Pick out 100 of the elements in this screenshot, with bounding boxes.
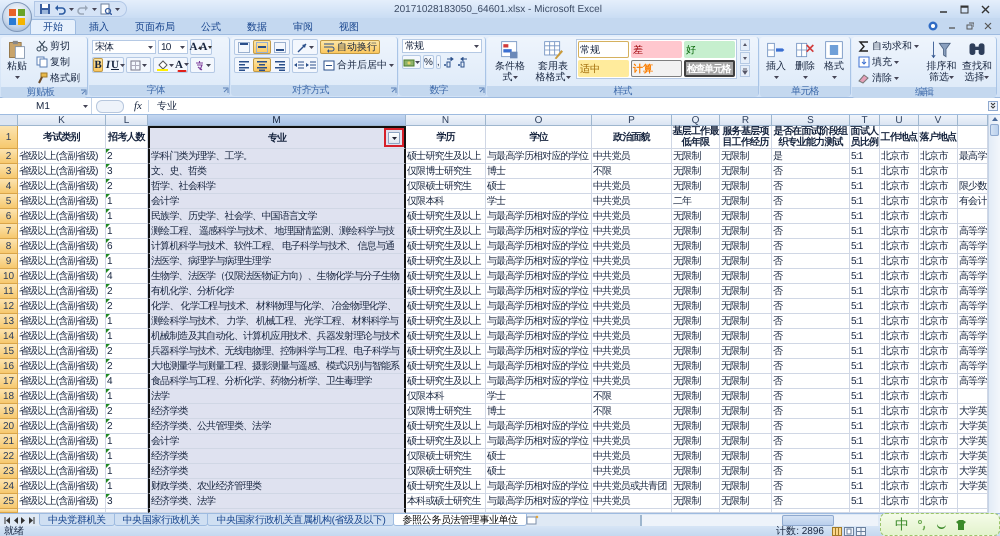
row-header[interactable]: 4 <box>0 179 18 194</box>
bold-button[interactable]: B <box>93 58 103 72</box>
row-header[interactable]: 7 <box>0 224 18 239</box>
table-cell-text: 博士 <box>487 164 506 178</box>
column-header[interactable]: K <box>18 115 106 126</box>
ribbon-tab[interactable]: 数据 <box>234 19 280 34</box>
column-header[interactable]: L <box>106 115 148 126</box>
cell-style-option[interactable]: 好 <box>684 41 735 58</box>
table-cell-text: 硕士研究生及以上 <box>407 210 481 223</box>
table-cell-text: 无限制 <box>673 420 701 433</box>
sort-filter-button[interactable]: 排序和筛选 <box>925 39 958 84</box>
row-header[interactable]: 22 <box>0 449 18 464</box>
sheet-tab[interactable]: 中央国家行政机关 <box>114 514 208 526</box>
ribbon-tab[interactable]: 开始 <box>30 19 76 34</box>
format-as-table-button[interactable]: 套用表格格式 <box>533 39 573 84</box>
delete-cells-button[interactable]: 删除 <box>792 39 818 84</box>
table-cell-text: 硕士研究生及以上 <box>407 314 481 328</box>
sheet-tab[interactable]: 中央党群机关 <box>39 514 115 526</box>
selected-cell[interactable]: 专业 <box>148 126 406 149</box>
autosum-button[interactable]: 自动求和 <box>855 39 922 53</box>
row-header[interactable]: 13 <box>0 314 18 329</box>
table-cell-text: 学士 <box>487 390 506 403</box>
row-header[interactable]: 12 <box>0 299 18 314</box>
font-color-button[interactable]: A <box>177 58 187 72</box>
column-header[interactable]: S <box>772 115 850 126</box>
shrink-font-button[interactable]: A <box>201 40 211 54</box>
fill-button[interactable]: 填充 <box>855 55 922 69</box>
header-cell: 专业 <box>268 132 286 144</box>
format-painter-button[interactable]: 格式刷 <box>33 71 83 85</box>
ribbon-tab[interactable]: 视图 <box>326 19 372 34</box>
grow-font-button[interactable]: A <box>191 40 201 54</box>
table-cell-text: 北京市 <box>881 330 909 343</box>
ribbon-tab[interactable]: 审阅 <box>280 19 326 34</box>
sheet-tab[interactable]: 参照公务员法管理事业单位 <box>393 514 527 526</box>
ribbon-tab[interactable]: 页面布局 <box>122 19 188 34</box>
sheet-tab[interactable]: 中央国家行政机关直属机构(省级及以下) <box>207 514 394 526</box>
row-header[interactable]: 11 <box>0 284 18 299</box>
table-cell-text: 中共党员 <box>593 150 630 163</box>
formula-field[interactable]: 专业 <box>148 99 988 113</box>
row-header[interactable]: 1 <box>0 126 18 149</box>
row-header[interactable]: 2 <box>0 149 18 164</box>
column-header[interactable]: T <box>850 115 880 126</box>
font-name-field[interactable]: 宋体 <box>92 40 156 54</box>
insert-function-button[interactable]: fx <box>128 100 149 112</box>
column-header[interactable]: R <box>720 115 772 126</box>
conditional-formatting-button[interactable]: 条件格式 <box>490 39 530 84</box>
merge-center-button[interactable]: 合并后居中 <box>320 58 397 72</box>
row-header[interactable]: 24 <box>0 479 18 494</box>
table-cell: 5:1 <box>851 480 863 492</box>
name-box[interactable]: M1 <box>0 98 92 114</box>
row-header[interactable]: 14 <box>0 329 18 344</box>
row-header[interactable]: 17 <box>0 374 18 389</box>
group-label: 剪贴板 <box>26 87 56 98</box>
cut-button[interactable]: 剪切 <box>33 39 83 53</box>
find-select-button[interactable]: 查找和选择 <box>960 39 993 84</box>
clear-button[interactable]: 清除 <box>855 71 922 85</box>
table-cell-text: 北京市 <box>920 180 948 193</box>
column-header[interactable]: M <box>148 115 406 126</box>
row-header[interactable]: 6 <box>0 209 18 224</box>
comma-style-button[interactable]: , <box>436 55 441 69</box>
table-cell-text: 北京市 <box>881 284 909 298</box>
column-header[interactable]: U <box>880 115 919 126</box>
row-header[interactable]: 23 <box>0 464 18 479</box>
cell-style-option[interactable]: 常规 <box>578 41 629 58</box>
font-size-field[interactable]: 10 <box>158 40 188 54</box>
cell-style-option[interactable]: 适中 <box>578 60 629 77</box>
table-cell-text: 否 <box>773 345 782 358</box>
paste-button[interactable]: 粘贴 <box>4 39 30 84</box>
ribbon-tab[interactable]: 公式 <box>188 19 234 34</box>
column-header[interactable]: Q <box>672 115 720 126</box>
column-header[interactable]: N <box>406 115 486 126</box>
column-header[interactable]: V <box>919 115 958 126</box>
row-header[interactable]: 20 <box>0 419 18 434</box>
table-cell-text: 无限制 <box>721 330 749 343</box>
percent-button[interactable]: % <box>423 55 434 69</box>
row-header[interactable]: 10 <box>0 269 18 284</box>
row-header[interactable]: 19 <box>0 404 18 419</box>
row-header[interactable]: 25 <box>0 494 18 509</box>
table-cell-text: 省级以上(含副省级) <box>19 270 98 283</box>
row-header[interactable]: 9 <box>0 254 18 269</box>
cell-style-option[interactable]: 差 <box>631 41 682 58</box>
underline-button[interactable]: U <box>113 58 123 72</box>
ribbon-tab[interactable]: 插入 <box>76 19 122 34</box>
format-cells-button[interactable]: 格式 <box>821 39 847 84</box>
row-header[interactable]: 8 <box>0 239 18 254</box>
insert-cells-button[interactable]: 插入 <box>763 39 789 84</box>
row-header[interactable]: 3 <box>0 164 18 179</box>
row-header[interactable]: 15 <box>0 344 18 359</box>
copy-button[interactable]: 复制 <box>33 55 83 69</box>
column-header[interactable]: P <box>592 115 672 126</box>
row-header[interactable]: 18 <box>0 389 18 404</box>
number-format-field[interactable]: 常规 <box>402 39 482 53</box>
wrap-text-button[interactable]: 自动换行 <box>320 40 380 54</box>
table-cell-text: 生物学、法医学（仅限法医物证方向）、生物化学与分子生物 <box>151 270 400 283</box>
row-header[interactable]: 21 <box>0 434 18 449</box>
column-header[interactable]: O <box>486 115 592 126</box>
ime-mode-button[interactable]: 中 <box>895 516 909 534</box>
row-header[interactable]: 16 <box>0 359 18 374</box>
row-header[interactable]: 5 <box>0 194 18 209</box>
table-cell-text: 无限制 <box>721 180 749 193</box>
